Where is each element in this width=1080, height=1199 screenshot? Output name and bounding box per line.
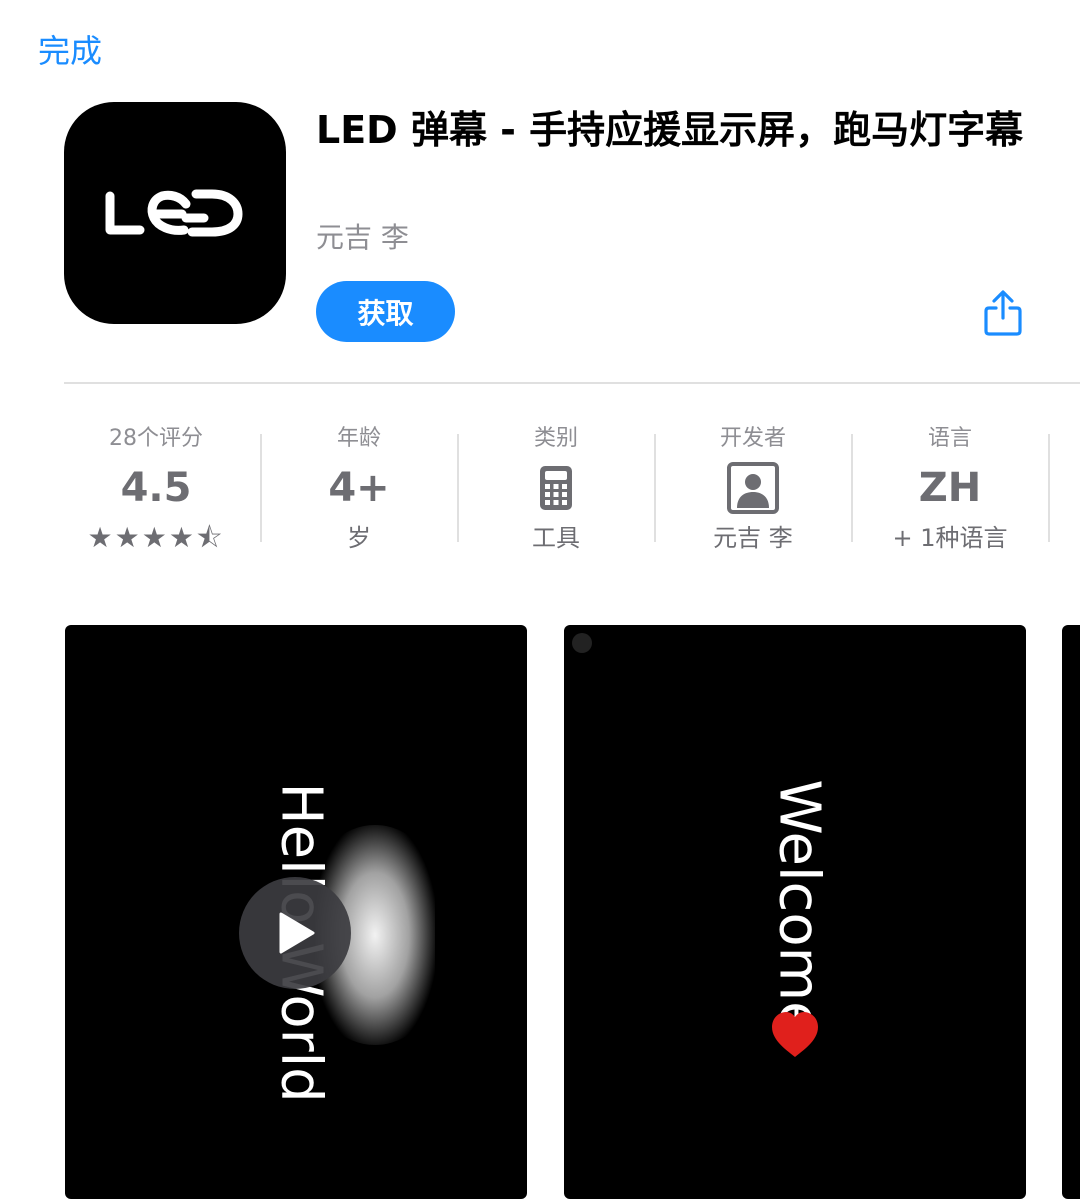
info-language: 语言 ZH + 1种语言	[852, 420, 1048, 570]
developer-name[interactable]: 元吉 李	[316, 216, 409, 256]
screenshot-next[interactable]	[1062, 625, 1080, 1199]
person-icon	[727, 462, 779, 514]
info-ratings: 28个评分 4.5 ★★★★⯪	[58, 420, 254, 570]
play-button[interactable]	[239, 877, 351, 989]
led-logo-icon	[105, 189, 243, 237]
info-divider	[1048, 434, 1050, 542]
info-row: 28个评分 4.5 ★★★★⯪ 年龄 4+ 岁 类别 工具 开发者 元吉 李 语…	[58, 420, 1080, 570]
category-value[interactable]: 工具	[458, 518, 654, 558]
star-rating: ★★★★⯪	[87, 521, 225, 554]
get-button[interactable]: 获取	[316, 281, 455, 342]
age-unit: 岁	[347, 524, 371, 552]
age-value: 4+	[328, 465, 390, 511]
app-title: LED 弹幕 - 手持应援显示屏，跑马灯字幕	[316, 108, 1024, 152]
info-category: 类别 工具	[458, 420, 654, 570]
age-label: 年龄	[336, 426, 381, 451]
rating-value: 4.5	[120, 465, 192, 511]
calculator-icon	[540, 466, 572, 510]
app-icon	[64, 102, 286, 324]
done-button[interactable]: 完成	[38, 26, 102, 72]
category-label: 类别	[533, 426, 578, 451]
info-developer: 开发者 元吉 李	[655, 420, 851, 570]
language-value: ZH	[918, 465, 982, 511]
play-icon	[279, 912, 315, 954]
developer-label: 开发者	[719, 426, 786, 451]
share-icon[interactable]	[982, 290, 1024, 336]
info-age: 年龄 4+ 岁	[261, 420, 457, 570]
divider	[64, 382, 1080, 384]
heart-icon	[772, 1012, 818, 1057]
ratings-count-label: 28个评分	[109, 426, 203, 451]
language-label: 语言	[927, 426, 972, 451]
language-more: + 1种语言	[892, 524, 1008, 552]
developer-value[interactable]: 元吉 李	[655, 518, 851, 558]
screenshot-image[interactable]: Welcome	[564, 625, 1026, 1199]
screenshot-carousel[interactable]: Hello World Welcome	[0, 625, 1080, 1199]
camera-dot	[572, 633, 592, 653]
screenshot-video[interactable]: Hello World	[65, 625, 527, 1199]
